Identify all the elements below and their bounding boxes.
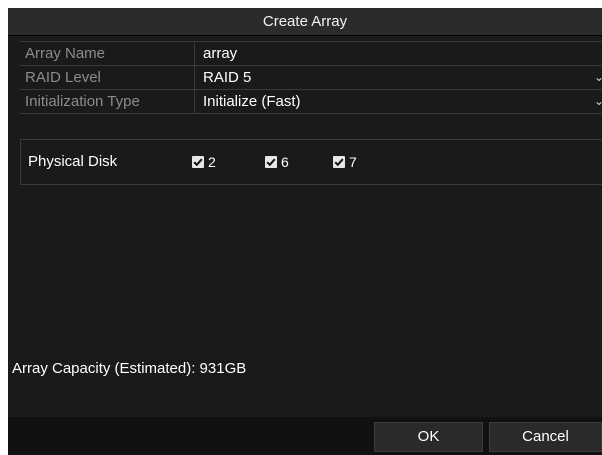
disk-checkbox-7[interactable]: 7	[333, 153, 357, 171]
raid-level-label: RAID Level	[20, 66, 195, 89]
dialog-title: Create Array	[8, 8, 602, 36]
array-settings-form: Array Name array RAID Level RAID 5 ⌄ Ini…	[20, 41, 602, 114]
cancel-button[interactable]: Cancel	[489, 422, 602, 452]
init-type-select[interactable]: Initialize (Fast) ⌄	[195, 90, 602, 113]
init-type-value: Initialize (Fast)	[203, 93, 301, 110]
physical-disk-panel: Physical Disk 2 6 7	[20, 139, 602, 185]
disk-checkbox-2[interactable]: 2	[192, 153, 216, 171]
array-capacity-text: Array Capacity (Estimated): 931GB	[12, 360, 247, 377]
create-array-dialog: Create Array Array Name array RAID Level…	[8, 8, 602, 455]
checkbox-checked-icon[interactable]	[192, 156, 204, 168]
ok-button[interactable]: OK	[374, 422, 483, 452]
array-name-row: Array Name array	[20, 42, 602, 66]
checkbox-checked-icon[interactable]	[265, 156, 277, 168]
checkbox-checked-icon[interactable]	[333, 156, 345, 168]
raid-level-row: RAID Level RAID 5 ⌄	[20, 66, 602, 90]
init-type-row: Initialization Type Initialize (Fast) ⌄	[20, 90, 602, 114]
array-name-input[interactable]: array	[195, 42, 602, 65]
chevron-down-icon[interactable]: ⌄	[594, 66, 602, 89]
physical-disk-label: Physical Disk	[28, 153, 118, 170]
disk-number: 6	[281, 154, 289, 170]
raid-level-value: RAID 5	[203, 69, 252, 86]
disk-number: 2	[208, 154, 216, 170]
raid-level-select[interactable]: RAID 5 ⌄	[195, 66, 602, 89]
disk-number: 7	[349, 154, 357, 170]
array-name-label: Array Name	[20, 42, 195, 65]
chevron-down-icon[interactable]: ⌄	[594, 90, 602, 113]
button-bar: OK Cancel	[8, 417, 602, 455]
disk-checkbox-6[interactable]: 6	[265, 153, 289, 171]
init-type-label: Initialization Type	[20, 90, 195, 113]
